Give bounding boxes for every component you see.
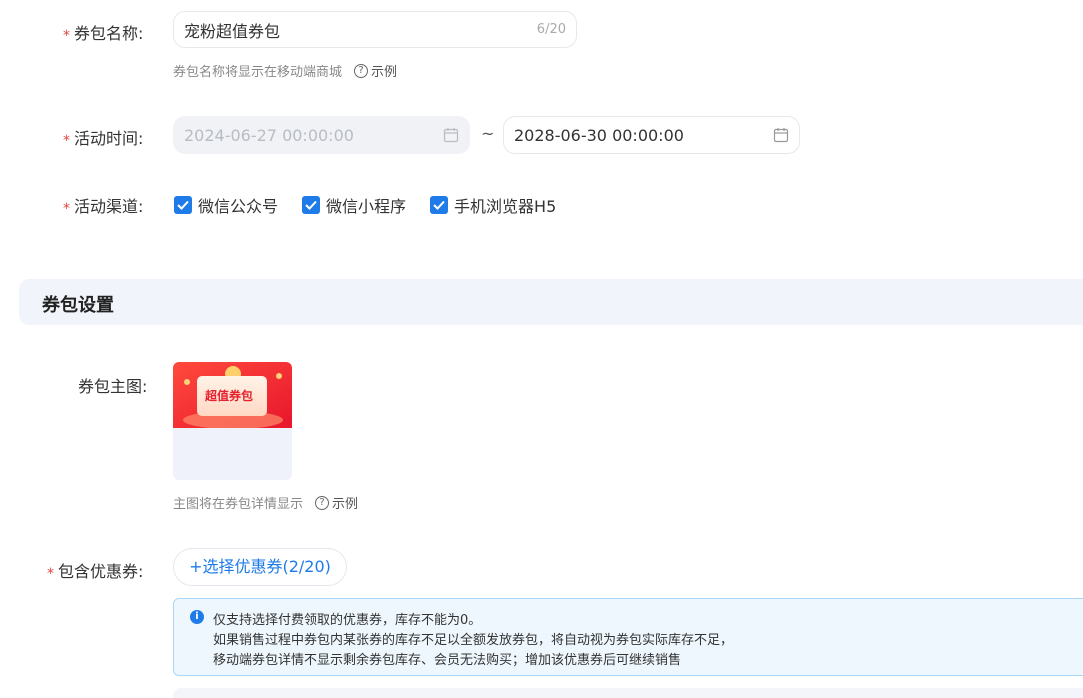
main-image-thumbnail[interactable]: 超值券包	[173, 362, 292, 480]
channel-checkbox-group: 微信公众号 微信小程序 手机浏览器H5	[174, 193, 580, 217]
date-separator: ~	[481, 124, 495, 143]
channel-option-label: 微信小程序	[326, 197, 407, 216]
image-label: 券包主图:	[78, 377, 148, 396]
required-mark: *	[63, 201, 70, 217]
name-label-row: * 券包名称:	[63, 20, 143, 44]
channel-option-h5[interactable]: 手机浏览器H5	[430, 193, 556, 217]
channel-label-row: * 活动渠道:	[63, 193, 143, 217]
channel-option-label: 微信公众号	[198, 197, 279, 216]
name-hint: 券包名称将显示在移动端商城	[173, 65, 343, 80]
channel-label: 活动渠道:	[74, 197, 144, 216]
channel-option-label: 手机浏览器H5	[454, 197, 557, 216]
name-example-link[interactable]: 示例	[371, 61, 397, 80]
checkbox-checked-icon[interactable]	[430, 196, 449, 214]
coupons-label: 包含优惠券:	[58, 562, 144, 581]
question-icon[interactable]: ?	[354, 63, 369, 78]
coupon-list-area	[173, 688, 1083, 698]
select-coupon-button[interactable]: +选择优惠券(2/20)	[173, 548, 347, 586]
start-time-value: 2024-06-27 00:00:00	[184, 125, 354, 145]
image-example-link[interactable]: 示例	[332, 493, 358, 512]
channel-option-wechat-official[interactable]: 微信公众号	[174, 193, 278, 217]
required-mark: *	[47, 566, 54, 582]
start-time-input[interactable]: 2024-06-27 00:00:00	[173, 116, 470, 154]
name-hint-row: 券包名称将显示在移动端商城 ? 示例	[173, 61, 397, 80]
coupons-label-row: * 包含优惠券:	[47, 558, 143, 582]
notice-line: 如果销售过程中券包内某张券的库存不足以全额发放券包，将自动视为券包实际库存不足，	[213, 633, 734, 648]
notice-line: 移动端券包详情不显示剩余券包库存、会员无法购买；增加该优惠券后可继续销售	[213, 653, 682, 668]
end-time-input[interactable]: 2028-06-30 00:00:00	[503, 116, 800, 154]
calendar-icon	[443, 128, 459, 143]
thumbnail-title: 超值券包	[205, 389, 254, 403]
checkbox-checked-icon[interactable]	[302, 196, 321, 214]
section-header: 券包设置	[19, 279, 1083, 325]
required-mark: *	[63, 133, 70, 149]
coupon-notice: i 仅支持选择付费领取的优惠券，库存不能为0。 如果销售过程中券包内某张券的库存…	[173, 598, 1083, 676]
info-icon: i	[190, 610, 204, 624]
image-hint: 主图将在券包详情显示	[173, 497, 304, 512]
char-count: 6/20	[536, 22, 566, 37]
question-icon[interactable]: ?	[315, 495, 330, 510]
end-time-value: 2028-06-30 00:00:00	[514, 125, 684, 145]
section-title: 券包设置	[42, 295, 114, 316]
name-label: 券包名称:	[74, 24, 144, 43]
calendar-icon	[773, 128, 789, 143]
checkbox-checked-icon[interactable]	[174, 196, 192, 214]
time-label-row: * 活动时间:	[63, 125, 143, 149]
package-name-input[interactable]: 宠粉超值券包 6/20	[173, 11, 577, 48]
required-mark: *	[63, 28, 70, 44]
time-label: 活动时间:	[74, 129, 144, 148]
package-name-value: 宠粉超值券包	[184, 21, 281, 41]
image-hint-row: 主图将在券包详情显示 ? 示例	[173, 493, 358, 512]
channel-option-wechat-miniprogram[interactable]: 微信小程序	[302, 193, 406, 217]
notice-line: 仅支持选择付费领取的优惠券，库存不能为0。	[213, 613, 482, 628]
